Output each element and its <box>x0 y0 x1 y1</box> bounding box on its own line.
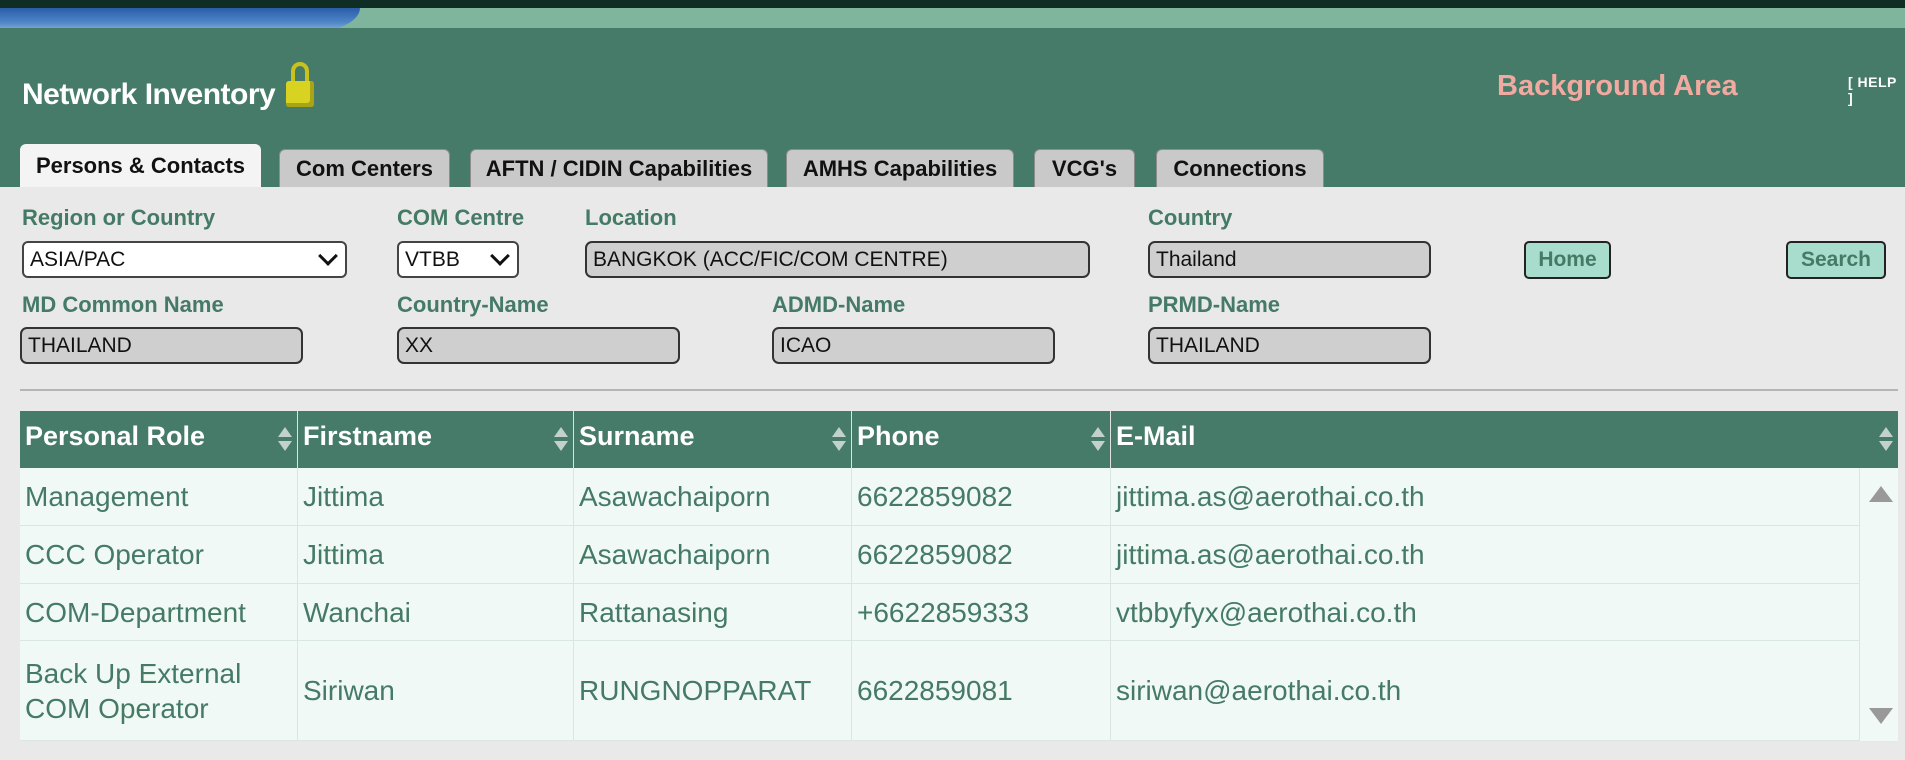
region-select[interactable]: ASIA/PAC <box>22 241 347 278</box>
tab-connections[interactable]: Connections <box>1156 149 1324 187</box>
region-select-value: ASIA/PAC <box>30 248 126 271</box>
column-header-email[interactable]: E-Mail <box>1111 411 1898 468</box>
page-title: Network Inventory <box>22 78 276 111</box>
com-centre-select-value: VTBB <box>405 248 460 271</box>
sort-icon[interactable] <box>277 427 293 453</box>
column-header-surname[interactable]: Surname <box>574 411 852 468</box>
table-header: Personal Role Firstname Surname Phone E-… <box>20 411 1898 468</box>
table-row[interactable]: Management Jittima Asawachaiporn 6622859… <box>20 468 1860 526</box>
prmd-name-field[interactable]: THAILAND <box>1148 327 1431 364</box>
table-body: Management Jittima Asawachaiporn 6622859… <box>20 468 1898 741</box>
country-name-field[interactable]: XX <box>397 327 680 364</box>
cell-firstname: Wanchai <box>298 584 574 640</box>
cell-personal-role: COM-Department <box>20 584 298 640</box>
background-area-label: Background Area <box>1497 70 1738 102</box>
app-header: Network Inventory Background Area [ HELP… <box>0 28 1905 187</box>
location-field[interactable]: BANGKOK (ACC/FIC/COM CENTRE) <box>585 241 1090 278</box>
help-link[interactable]: [ HELP ] <box>1848 74 1905 106</box>
cell-surname: Asawachaiporn <box>574 526 852 583</box>
admd-name-field[interactable]: ICAO <box>772 327 1055 364</box>
cell-personal-role: Back Up External COM Operator <box>20 641 298 740</box>
cell-surname: Rattanasing <box>574 584 852 640</box>
location-label: Location <box>585 205 677 230</box>
cell-personal-role: Management <box>20 468 298 525</box>
sort-icon[interactable] <box>831 427 847 453</box>
cell-personal-role: CCC Operator <box>20 526 298 583</box>
md-common-name-label: MD Common Name <box>22 292 224 317</box>
column-header-firstname[interactable]: Firstname <box>298 411 574 468</box>
tab-bar: Persons & Contacts Com Centers AFTN / CI… <box>0 144 1905 187</box>
top-banner-strip <box>0 0 1905 34</box>
cell-phone: 6622859081 <box>852 641 1111 740</box>
scroll-up-icon[interactable] <box>1869 486 1893 502</box>
cell-surname: Asawachaiporn <box>574 468 852 525</box>
column-header-personal-role[interactable]: Personal Role <box>20 411 298 468</box>
table-row[interactable]: CCC Operator Jittima Asawachaiporn 66228… <box>20 526 1860 584</box>
country-name-label: Country-Name <box>397 292 549 317</box>
cell-surname: RUNGNOPPARAT <box>574 641 852 740</box>
lock-icon <box>286 62 314 108</box>
cell-email: jittima.as@aerothai.co.th <box>1111 526 1860 583</box>
md-common-name-field[interactable]: THAILAND <box>20 327 303 364</box>
cell-phone: 6622859082 <box>852 526 1111 583</box>
tab-persons-contacts[interactable]: Persons & Contacts <box>20 144 261 187</box>
country-field[interactable]: Thailand <box>1148 241 1431 278</box>
sort-icon[interactable] <box>1878 427 1894 453</box>
country-label: Country <box>1148 205 1233 230</box>
cell-email: vtbbyfyx@aerothai.co.th <box>1111 584 1860 640</box>
tab-vcgs[interactable]: VCG's <box>1034 149 1135 187</box>
scroll-down-icon[interactable] <box>1869 708 1893 724</box>
cell-phone: 6622859082 <box>852 468 1111 525</box>
search-button[interactable]: Search <box>1786 241 1886 279</box>
prmd-name-label: PRMD-Name <box>1148 292 1281 317</box>
home-button[interactable]: Home <box>1524 241 1611 279</box>
table-scrollbar[interactable] <box>1860 468 1898 741</box>
cell-firstname: Jittima <box>298 526 574 583</box>
com-centre-select[interactable]: VTBB <box>397 241 519 278</box>
chevron-down-icon <box>318 246 338 266</box>
com-centre-label: COM Centre <box>397 205 525 230</box>
tab-aftn-cidin-capabilities[interactable]: AFTN / CIDIN Capabilities <box>470 149 768 187</box>
sort-icon[interactable] <box>553 427 569 453</box>
admd-name-label: ADMD-Name <box>772 292 906 317</box>
cell-email: siriwan@aerothai.co.th <box>1111 641 1860 740</box>
column-header-phone[interactable]: Phone <box>852 411 1111 468</box>
cell-email: jittima.as@aerothai.co.th <box>1111 468 1860 525</box>
chevron-down-icon <box>490 246 510 266</box>
section-divider <box>20 389 1898 391</box>
table-row[interactable]: Back Up External COM Operator Siriwan RU… <box>20 641 1860 741</box>
sort-icon[interactable] <box>1090 427 1106 453</box>
tab-amhs-capabilities[interactable]: AMHS Capabilities <box>786 149 1014 187</box>
region-label: Region or Country <box>22 205 216 230</box>
tab-com-centers[interactable]: Com Centers <box>279 149 450 187</box>
table-row[interactable]: COM-Department Wanchai Rattanasing +6622… <box>20 584 1860 641</box>
cell-phone: +6622859333 <box>852 584 1111 640</box>
cell-firstname: Siriwan <box>298 641 574 740</box>
cell-firstname: Jittima <box>298 468 574 525</box>
search-form: Region or Country ASIA/PAC COM Centre VT… <box>0 187 1905 390</box>
